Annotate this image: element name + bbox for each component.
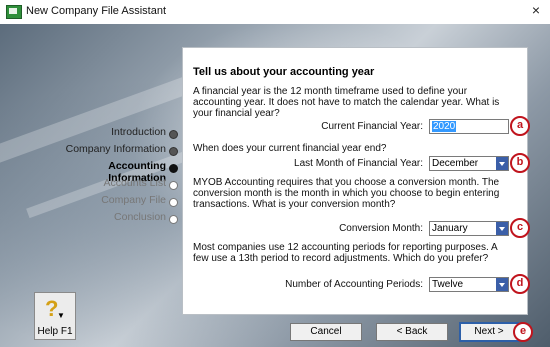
page-heading: Tell us about your accounting year	[193, 66, 375, 78]
title-bar: New Company File Assistant ×	[0, 0, 550, 24]
close-icon[interactable]: ×	[532, 3, 540, 17]
window-title: New Company File Assistant	[26, 5, 166, 17]
callout-badge-d: d	[510, 274, 530, 294]
step-indicator-icon	[169, 164, 178, 173]
step-indicator-icon	[169, 215, 178, 224]
callout-badge-e: e	[513, 322, 533, 342]
periods-text: Most companies use 12 accounting periods…	[193, 242, 498, 264]
nav-step-accounts-list: Accounts List	[54, 177, 180, 194]
step-indicator-icon	[169, 181, 178, 190]
nav-step-introduction: Introduction	[54, 126, 180, 143]
chevron-down-icon	[496, 222, 508, 235]
chevron-down-icon	[496, 278, 508, 291]
accounting-periods-label: Number of Accounting Periods:	[285, 279, 423, 290]
chevron-down-icon: ▼	[57, 311, 65, 320]
content-panel: Tell us about your accounting year A fin…	[182, 47, 530, 315]
nav-step-company-information: Company Information	[54, 143, 180, 160]
step-navigation: Introduction Company Information Account…	[54, 126, 180, 228]
conversion-month-label: Conversion Month:	[339, 223, 423, 234]
current-year-label: Current Financial Year:	[321, 121, 423, 132]
step-indicator-icon	[169, 130, 178, 139]
cancel-button[interactable]: Cancel	[290, 323, 362, 341]
step-indicator-icon	[169, 198, 178, 207]
callout-badge-c: c	[510, 218, 530, 238]
nav-step-company-file: Company File	[54, 194, 180, 211]
chevron-down-icon	[496, 157, 508, 170]
help-button[interactable]: ? ▼ Help F1	[34, 292, 76, 340]
conversion-month-dropdown[interactable]: January	[429, 221, 509, 236]
next-button[interactable]: Next >	[459, 322, 519, 342]
callout-badge-a: a	[510, 116, 530, 136]
nav-step-conclusion: Conclusion	[54, 211, 180, 228]
nav-step-accounting-information: Accounting Information	[54, 160, 180, 184]
step-indicator-icon	[169, 147, 178, 156]
last-month-label: Last Month of Financial Year:	[294, 158, 423, 169]
intro-text: A financial year is the 12 month timefra…	[193, 86, 500, 119]
callout-badge-b: b	[510, 153, 530, 173]
back-button[interactable]: < Back	[376, 323, 448, 341]
accounting-periods-dropdown[interactable]: Twelve	[429, 277, 509, 292]
end-question-text: When does your current financial year en…	[193, 143, 387, 154]
app-icon	[6, 5, 22, 19]
last-month-dropdown[interactable]: December	[429, 156, 509, 171]
conversion-text: MYOB Accounting requires that you choose…	[193, 177, 500, 210]
current-year-input[interactable]: 2020	[429, 119, 509, 134]
